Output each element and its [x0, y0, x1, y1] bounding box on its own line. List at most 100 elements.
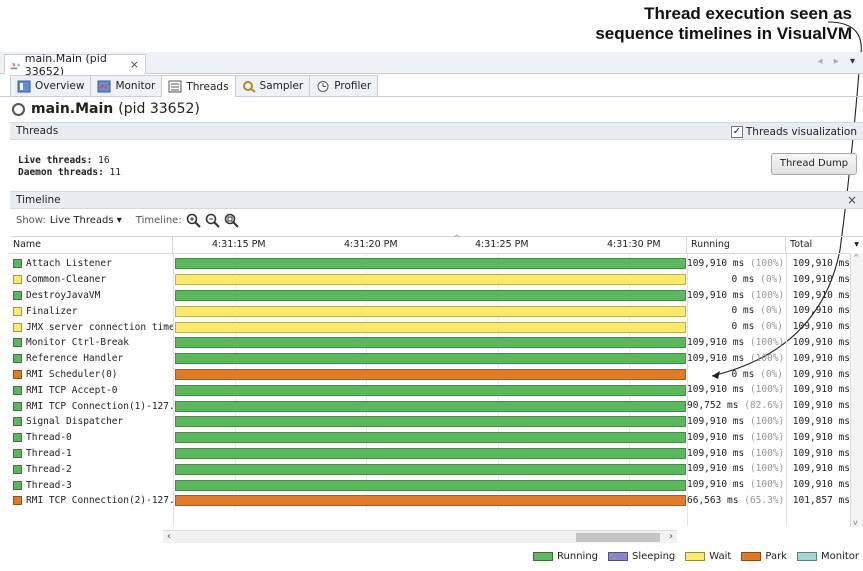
- vertical-scrollbar[interactable]: ^ v: [850, 253, 863, 527]
- tab-threads[interactable]: Threads: [161, 75, 236, 97]
- thread-timeline-bar[interactable]: [175, 369, 686, 380]
- nav-left-icon[interactable]: ◂: [818, 56, 827, 67]
- running-ms: 109,910 ms: [687, 289, 745, 301]
- thread-total-time: 109,910 ms: [792, 305, 850, 317]
- thread-row-name[interactable]: DestroyJavaVM: [10, 288, 173, 304]
- scroll-thumb[interactable]: [576, 533, 660, 542]
- thread-timeline-bar[interactable]: [175, 463, 686, 475]
- thread-timeline-bar[interactable]: [175, 495, 686, 507]
- tab-monitor[interactable]: Monitor: [90, 75, 163, 96]
- thread-timeline-bar[interactable]: [175, 432, 686, 444]
- thread-dump-button[interactable]: Thread Dump: [771, 153, 857, 175]
- show-dropdown[interactable]: Live Threads ▾: [50, 215, 122, 226]
- running-ms: 109,910 ms: [687, 337, 745, 348]
- thread-row-name[interactable]: RMI TCP Connection(2)-127.0.0.1: [10, 493, 173, 509]
- legend-swatch: [533, 552, 554, 561]
- zoom-out-icon[interactable]: [205, 213, 220, 228]
- scroll-right-icon[interactable]: ›: [669, 531, 673, 542]
- thread-name: Monitor Ctrl-Break: [26, 337, 129, 349]
- running-percent: (100%): [749, 289, 785, 301]
- tab-profiler[interactable]: Profiler: [309, 75, 379, 96]
- thread-row-name[interactable]: Monitor Ctrl-Break: [10, 335, 173, 351]
- document-tab-main[interactable]: main.Main (pid 33652) ×: [4, 52, 146, 78]
- scroll-up-icon[interactable]: ^: [853, 253, 860, 262]
- legend-swatch: [741, 552, 762, 561]
- running-percent: (0%): [760, 305, 783, 317]
- thread-row-name[interactable]: Thread-1: [10, 446, 173, 462]
- column-header-total[interactable]: Total ▾: [786, 237, 863, 254]
- column-header-running[interactable]: Running: [687, 237, 786, 254]
- thread-name: Reference Handler: [26, 353, 124, 365]
- thread-row-name[interactable]: Thread-2: [10, 461, 173, 477]
- running-ms: 109,910 ms: [687, 352, 745, 364]
- thread-timeline-bar[interactable]: [175, 258, 686, 270]
- column-header-timeline[interactable]: 4:31:15 PM 4:31:20 PM 4:31:25 PM 4:31:30…: [173, 234, 687, 254]
- zoom-in-icon[interactable]: [186, 213, 201, 228]
- threads-icon: [168, 80, 182, 93]
- threads-timeline-table: Name 4:31:15 PM 4:31:20 PM 4:31:25 PM 4:…: [10, 234, 863, 542]
- close-timeline-icon[interactable]: ×: [847, 192, 857, 208]
- thread-row-name[interactable]: Common-Cleaner: [10, 272, 173, 288]
- thread-timeline-bar[interactable]: [175, 274, 686, 286]
- thread-timeline-bar[interactable]: [175, 305, 686, 317]
- thread-row-name[interactable]: JMX server connection timeout 23: [10, 319, 173, 335]
- column-menu-icon[interactable]: ▾: [854, 237, 859, 253]
- thread-row-name[interactable]: Thread-3: [10, 477, 173, 493]
- thread-name: RMI TCP Connection(1)-127.0.0.1: [26, 400, 173, 412]
- legend-label: Monitor: [820, 551, 859, 562]
- thread-running-time: 109,910 ms (100%): [687, 351, 786, 367]
- thread-name: Common-Cleaner: [26, 274, 107, 286]
- thread-running-time: 109,910 ms (100%): [687, 335, 786, 351]
- legend-item: Sleeping: [608, 551, 675, 562]
- tab-threads-label: Threads: [186, 80, 229, 93]
- running-ms: 0 ms: [731, 368, 755, 380]
- thread-name: RMI Scheduler(0): [26, 368, 118, 380]
- tool-tab-strip: Overview Monitor Threads Sampler Profile…: [0, 75, 863, 97]
- thread-timeline-bar[interactable]: [175, 400, 686, 412]
- close-icon[interactable]: ×: [130, 58, 139, 71]
- threads-visualization-checkbox[interactable]: ✓ Threads visualization: [730, 124, 857, 140]
- thread-running-time: 109,910 ms (100%): [687, 414, 786, 430]
- thread-row-name[interactable]: RMI TCP Accept-0: [10, 382, 173, 398]
- running-ms: 109,910 ms: [687, 447, 745, 459]
- java-app-icon: [10, 62, 20, 69]
- thread-row-name[interactable]: Attach Listener: [10, 256, 173, 272]
- thread-timeline-bar[interactable]: [175, 337, 686, 349]
- scroll-down-icon[interactable]: v: [853, 518, 858, 527]
- legend-swatch: [608, 552, 629, 561]
- thread-timeline-bar[interactable]: [175, 479, 686, 491]
- thread-timeline-bar[interactable]: [175, 321, 686, 333]
- nav-right-icon[interactable]: ▸: [834, 56, 843, 67]
- thread-timeline-bar[interactable]: [175, 416, 686, 428]
- running-percent: (0%): [760, 273, 783, 285]
- nav-menu-icon[interactable]: ▾: [850, 56, 859, 67]
- thread-state-swatch: [13, 369, 22, 379]
- running-percent: (82.6%): [744, 400, 785, 412]
- thread-row-name[interactable]: Reference Handler: [10, 351, 173, 367]
- thread-state-swatch: [13, 354, 22, 364]
- profiler-icon: [317, 80, 329, 92]
- scroll-left-icon[interactable]: ‹: [167, 531, 171, 542]
- thread-row-name[interactable]: RMI TCP Connection(1)-127.0.0.1: [10, 398, 173, 414]
- thread-row-name[interactable]: Finalizer: [10, 303, 173, 319]
- page-title: main.Main (pid 33652): [12, 101, 200, 117]
- thread-running-time: 109,910 ms (100%): [687, 382, 786, 398]
- thread-running-time: 109,910 ms (100%): [687, 446, 786, 462]
- thread-row-name[interactable]: RMI Scheduler(0): [10, 367, 173, 383]
- thread-timeline-bar[interactable]: [175, 353, 686, 365]
- horizontal-scrollbar[interactable]: ‹ ›: [163, 530, 677, 543]
- thread-running-time: 109,910 ms (100%): [687, 256, 786, 272]
- thread-row-name[interactable]: Signal Dispatcher: [10, 414, 173, 430]
- thread-timeline-bar[interactable]: [175, 384, 686, 396]
- column-header-name[interactable]: Name: [10, 237, 173, 254]
- tab-navigation: ◂ ▸ ▾: [818, 56, 859, 67]
- running-percent: (100%): [749, 352, 785, 364]
- thread-timeline-bar[interactable]: [175, 448, 686, 459]
- tab-sampler[interactable]: Sampler: [234, 75, 311, 96]
- tab-overview[interactable]: Overview: [10, 75, 92, 96]
- zoom-fit-icon[interactable]: [224, 213, 239, 228]
- thread-row-name[interactable]: Thread-0: [10, 430, 173, 446]
- thread-state-swatch: [13, 401, 22, 411]
- thread-name: RMI TCP Connection(2)-127.0.0.1: [26, 495, 173, 507]
- thread-timeline-bar[interactable]: [175, 290, 686, 301]
